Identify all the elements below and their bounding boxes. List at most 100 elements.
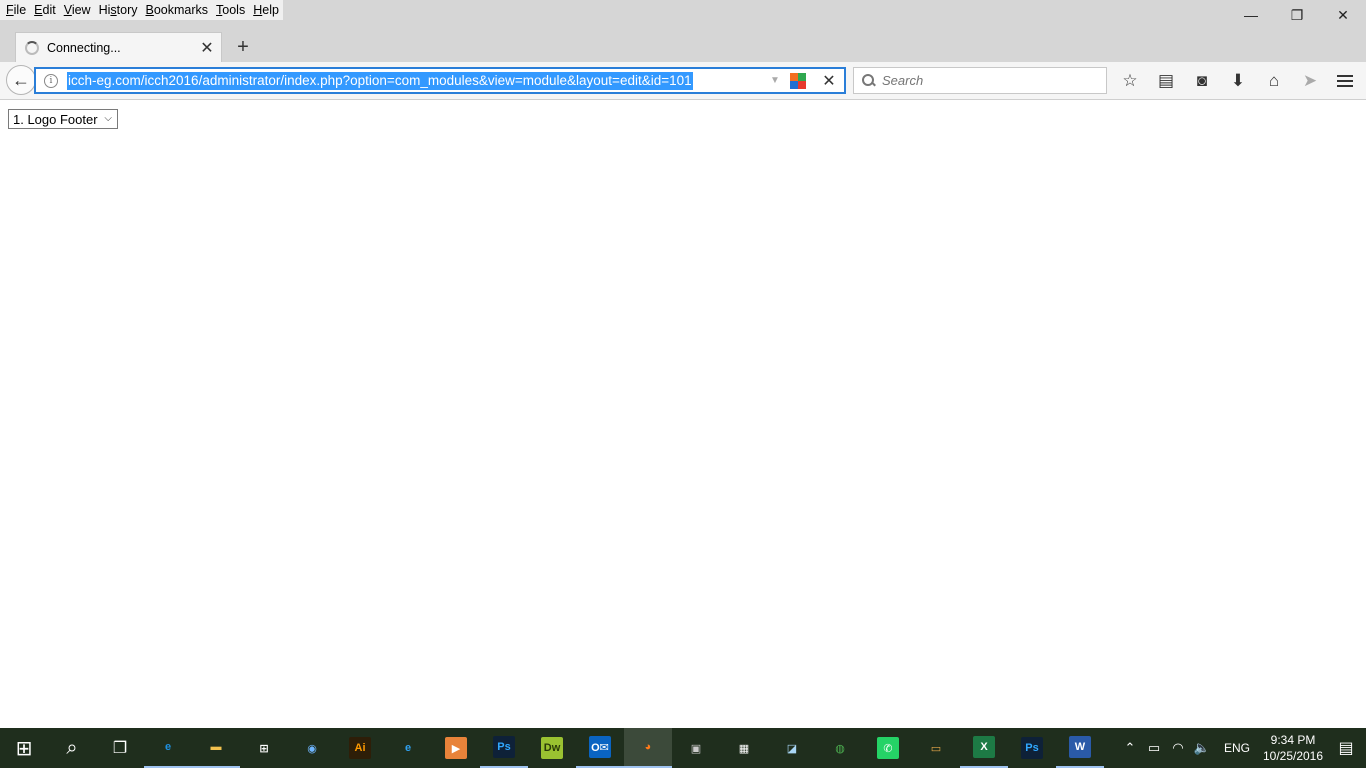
windows-logo-icon: ⊞ <box>15 737 33 760</box>
search-icon <box>862 73 876 88</box>
tab-title: Connecting... <box>47 40 121 55</box>
chevron-down-icon: ⌵ <box>104 113 112 124</box>
pinned-apps: e ▬ ⊞ ◉ Ai e ▶ Ps Dw O✉ ◕ ▣ ▦ ◪ ◍ ✆ ▭ X Ps W <box>144 728 1104 768</box>
taskbar-app-word[interactable]: W <box>1056 728 1104 768</box>
new-tab-button[interactable]: + <box>232 36 254 58</box>
hamburger-menu-icon[interactable] <box>1332 68 1358 94</box>
media-app-icon: ◉ <box>307 742 317 755</box>
taskbar-app-photoshop-2[interactable]: Ps <box>1008 728 1056 768</box>
send-icon[interactable]: ➤ <box>1292 68 1328 94</box>
taskbar: ⊞ ⌕ ❐ e ▬ ⊞ ◉ Ai e ▶ Ps Dw O✉ ◕ ▣ ▦ ◪ ◍ ✆ ▭ X Ps W ⌃ ▭ ◠ 🔈 … <box>0 728 1366 768</box>
toolbar-icons: ☆ ▤ ◙ ⬇ ⌂ ➤ <box>1112 68 1328 94</box>
navigation-bar: ← i icch-eg.com/icch2016/administrator/i… <box>0 62 1366 100</box>
media-player-icon: ▶ <box>445 737 467 759</box>
taskbar-app-internet-explorer[interactable]: e <box>384 728 432 768</box>
taskbar-app-chrome[interactable]: ◍ <box>816 728 864 768</box>
chevron-up-icon[interactable]: ⌃ <box>1118 740 1142 756</box>
tab-close-icon[interactable]: ✕ <box>199 40 215 57</box>
outlook-icon: O✉ <box>589 736 611 758</box>
taskbar-app-illustrator[interactable]: Ai <box>336 728 384 768</box>
menu-edit[interactable]: Edit <box>30 0 60 20</box>
menu-file[interactable]: File <box>2 0 30 20</box>
search-bar[interactable] <box>853 67 1107 94</box>
back-button[interactable]: ← <box>6 65 36 95</box>
url-bar[interactable]: i icch-eg.com/icch2016/administrator/ind… <box>34 67 846 94</box>
search-icon: ⌕ <box>66 736 78 759</box>
store-icon: ⊞ <box>259 742 269 755</box>
internet-explorer-icon: e <box>404 742 412 754</box>
taskbar-app-dreamweaver[interactable]: Dw <box>528 728 576 768</box>
close-window-button[interactable]: ✕ <box>1320 0 1366 30</box>
tab-connecting[interactable]: Connecting... ✕ <box>15 32 222 62</box>
menu-view[interactable]: View <box>60 0 95 20</box>
menu-tools[interactable]: Tools <box>212 0 249 20</box>
menu-bar: File Edit View History Bookmarks Tools H… <box>0 0 283 20</box>
taskbar-app-file-explorer[interactable]: ▬ <box>192 728 240 768</box>
tab-strip: Connecting... ✕ + <box>0 30 1366 62</box>
taskbar-search-button[interactable]: ⌕ <box>48 728 96 768</box>
taskbar-app-outlook[interactable]: O✉ <box>576 728 624 768</box>
photoshop-icon: Ps <box>493 736 515 758</box>
bookmark-star-icon[interactable]: ☆ <box>1112 68 1148 94</box>
notes-icon: ◪ <box>786 742 798 755</box>
task-view-icon: ❐ <box>112 740 128 757</box>
loading-spinner-icon <box>25 40 39 55</box>
task-view-button[interactable]: ❐ <box>96 728 144 768</box>
page-content: 1. Logo Footer ⌵ <box>0 100 1366 728</box>
url-text[interactable]: icch-eg.com/icch2016/administrator/index… <box>67 71 693 90</box>
word-icon: W <box>1069 736 1091 758</box>
taskbar-app-store[interactable]: ⊞ <box>240 728 288 768</box>
taskbar-app-lock-app[interactable]: ▣ <box>672 728 720 768</box>
avg-extension-icon[interactable] <box>790 72 806 89</box>
taskbar-app-media-player[interactable]: ▶ <box>432 728 480 768</box>
window-controls: — ❐ ✕ <box>1228 0 1366 30</box>
home-icon[interactable]: ⌂ <box>1256 68 1292 94</box>
taskbar-app-excel[interactable]: X <box>960 728 1008 768</box>
reading-list-icon[interactable]: ▤ <box>1148 68 1184 94</box>
volume-icon[interactable]: 🔈 <box>1190 740 1214 756</box>
system-tray: ⌃ ▭ ◠ 🔈 ENG 9:34 PM 10/25/2016 ▤ <box>1118 728 1366 768</box>
restore-button[interactable]: ❐ <box>1274 0 1320 30</box>
language-indicator[interactable]: ENG <box>1214 741 1260 755</box>
taskbar-app-calculator[interactable]: ▦ <box>720 728 768 768</box>
module-select-value: 1. Logo Footer <box>13 111 98 127</box>
downloads-icon[interactable]: ⬇ <box>1220 68 1256 94</box>
clock[interactable]: 9:34 PM 10/25/2016 <box>1260 732 1326 764</box>
taskbar-app-notes[interactable]: ◪ <box>768 728 816 768</box>
wifi-icon[interactable]: ◠ <box>1166 740 1190 756</box>
stop-loading-button[interactable]: ✕ <box>820 71 838 91</box>
taskbar-app-remote-desktop[interactable]: ▭ <box>912 728 960 768</box>
browser-chrome: File Edit View History Bookmarks Tools H… <box>0 0 1366 100</box>
edge-icon: e <box>164 741 172 753</box>
module-select[interactable]: 1. Logo Footer ⌵ <box>8 109 118 129</box>
pocket-icon[interactable]: ◙ <box>1184 68 1220 94</box>
taskbar-app-firefox[interactable]: ◕ <box>624 728 672 768</box>
clock-time: 9:34 PM <box>1270 733 1316 747</box>
whatsapp-icon: ✆ <box>877 737 899 759</box>
menu-history[interactable]: History <box>95 0 142 20</box>
illustrator-icon: Ai <box>349 737 371 759</box>
taskbar-app-edge[interactable]: e <box>144 728 192 768</box>
minimize-button[interactable]: — <box>1228 0 1274 30</box>
menu-help[interactable]: Help <box>249 0 283 20</box>
file-explorer-icon: ▬ <box>210 741 222 753</box>
battery-icon[interactable]: ▭ <box>1142 740 1166 756</box>
clock-date: 10/25/2016 <box>1262 749 1324 763</box>
taskbar-app-media-app[interactable]: ◉ <box>288 728 336 768</box>
remote-desktop-icon: ▭ <box>930 742 942 755</box>
calculator-icon: ▦ <box>738 742 750 755</box>
lock-app-icon: ▣ <box>690 742 702 755</box>
photoshop-2-icon: Ps <box>1021 737 1043 759</box>
taskbar-app-photoshop[interactable]: Ps <box>480 728 528 768</box>
chrome-icon: ◍ <box>835 742 845 755</box>
firefox-icon: ◕ <box>644 741 652 753</box>
taskbar-app-whatsapp[interactable]: ✆ <box>864 728 912 768</box>
site-info-icon[interactable]: i <box>44 73 58 88</box>
dreamweaver-icon: Dw <box>541 737 563 759</box>
search-input[interactable] <box>882 73 1082 88</box>
excel-icon: X <box>973 736 995 758</box>
start-button[interactable]: ⊞ <box>0 728 48 768</box>
menu-bookmarks[interactable]: Bookmarks <box>142 0 213 20</box>
notifications-icon[interactable]: ▤ <box>1326 728 1366 768</box>
url-dropdown-icon[interactable]: ▼ <box>770 75 782 86</box>
